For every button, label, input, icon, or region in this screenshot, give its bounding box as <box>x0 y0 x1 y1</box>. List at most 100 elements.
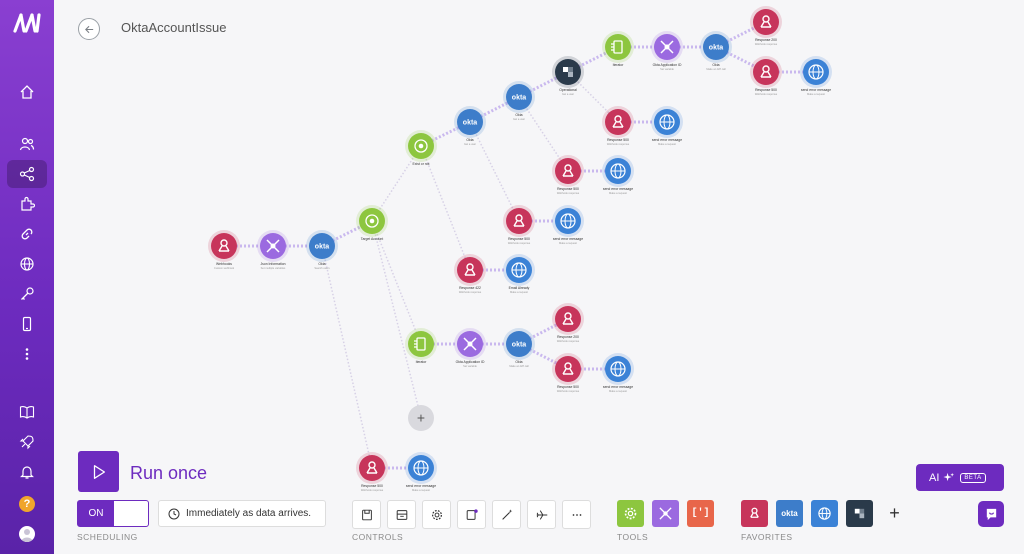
chat-icon <box>986 508 996 520</box>
webhooks-favorite-button[interactable] <box>741 500 768 527</box>
module-label: Response 200 <box>557 335 579 339</box>
module-sublabel: Webhook response <box>607 142 630 146</box>
module-iterator[interactable]: Iterator <box>602 31 634 67</box>
module-sublabel: Get a user <box>464 142 476 146</box>
module-webhook[interactable]: Response 500Webhook response <box>552 155 584 195</box>
module-sublabel: Make a request <box>807 92 825 96</box>
module-webhook[interactable]: Response 200Webhook response <box>750 6 782 46</box>
module-okta[interactable]: okta OktaMake an API call <box>700 31 732 71</box>
module-label: Okta <box>515 113 522 117</box>
module-label: Response 200 <box>755 38 777 42</box>
module-label: Okta <box>466 138 473 142</box>
module-webhook[interactable]: Response 500Webhook response <box>503 205 535 245</box>
module-webhook[interactable]: Response 500Webhook response <box>750 56 782 96</box>
module-iterator[interactable]: Iterator <box>405 328 437 364</box>
tools-gear-button[interactable] <box>617 500 644 527</box>
module-sublabel: Custom webhook <box>214 266 235 270</box>
module-label: send error message <box>406 484 436 488</box>
http-favorite-button[interactable] <box>811 500 838 527</box>
modules-layer: WebhooksCustom webhook Json InformationSe… <box>208 6 832 492</box>
module-flow[interactable]: Okta Application IDSet variable <box>651 31 683 71</box>
add-module-button[interactable]: + <box>408 405 434 431</box>
module-circle[interactable] <box>605 34 631 60</box>
module-flow[interactable]: Okta Application IDSet variable <box>454 328 486 368</box>
module-http[interactable]: send error messageMake a request <box>800 56 832 96</box>
run-once-button[interactable] <box>78 451 119 492</box>
module-http[interactable]: send error messageMake a request <box>602 353 634 393</box>
text-parser-button[interactable]: ['] <box>687 500 714 527</box>
module-label: Response 422 <box>459 286 481 290</box>
toggle-on-label: ON <box>78 501 114 526</box>
module-label: Okta Application ID <box>653 63 682 67</box>
module-webhook[interactable]: Response 422Webhook response <box>454 254 486 294</box>
scheduling-toggle[interactable]: ON <box>77 500 149 527</box>
module-sublabel: Search users <box>314 266 330 270</box>
module-sublabel: Webhook response <box>755 42 778 46</box>
settings-panel-button[interactable] <box>387 500 416 529</box>
module-sublabel: Make a request <box>559 241 577 245</box>
connection-n4-add[interactable] <box>371 220 422 419</box>
module-label: Response 500 <box>607 138 629 142</box>
module-label: send error message <box>603 187 633 191</box>
module-http[interactable]: send error messageMake a request <box>602 155 634 195</box>
module-label: Okta <box>712 63 719 67</box>
more-icon <box>572 513 581 516</box>
airplane-button[interactable] <box>527 500 556 529</box>
module-http[interactable]: send error messageMake a request <box>405 452 437 492</box>
module-sublabel: Set multiple variables <box>261 266 286 270</box>
module-label: Email Already <box>509 286 530 290</box>
svg-text:okta: okta <box>512 342 527 349</box>
ai-assistant-button[interactable]: AI BETA <box>916 464 1004 491</box>
module-sublabel: Make an API call <box>509 364 529 368</box>
module-webhook[interactable]: Response 500Webhook response <box>602 106 634 146</box>
module-label: Response 500 <box>361 484 383 488</box>
dark-app-favorite-button[interactable] <box>846 500 873 527</box>
run-once-label[interactable]: Run once <box>130 463 207 484</box>
tools-label: TOOLS <box>617 532 649 542</box>
module-okta[interactable]: okta OktaMake an API call <box>503 328 535 368</box>
module-label: send error message <box>801 88 831 92</box>
schedule-text: Immediately as data arrives. <box>186 508 312 519</box>
module-sublabel: Get a user <box>562 92 574 96</box>
save-button[interactable] <box>352 500 381 529</box>
module-label: Response 500 <box>755 88 777 92</box>
module-webhook[interactable]: WebhooksCustom webhook <box>208 230 240 270</box>
okta-logo-icon: okta <box>781 509 798 518</box>
chat-support-button[interactable] <box>978 501 1004 527</box>
module-okta[interactable]: okta OktaGet a user <box>454 106 486 146</box>
svg-text:okta: okta <box>463 120 478 127</box>
schedule-setting[interactable]: Immediately as data arrives. <box>158 500 326 527</box>
notes-button[interactable] <box>457 500 486 529</box>
module-webhook[interactable]: Response 500Webhook response <box>356 452 388 492</box>
more-button[interactable] <box>562 500 591 529</box>
notes-icon <box>466 508 478 520</box>
gear-button[interactable] <box>422 500 451 529</box>
module-http[interactable]: Email AlreadyMake a request <box>503 254 535 294</box>
clock-icon <box>168 508 180 519</box>
module-okta[interactable]: okta OktaSearch users <box>306 230 338 270</box>
flow-control-button[interactable] <box>652 500 679 527</box>
favorites-label: FAVORITES <box>741 532 793 542</box>
magic-wand-button[interactable] <box>492 500 521 529</box>
module-http[interactable]: send error messageMake a request <box>552 205 584 245</box>
module-sublabel: Webhook response <box>508 241 531 245</box>
module-flow[interactable]: Json InformationSet multiple variables <box>257 230 289 270</box>
module-label: send error message <box>603 385 633 389</box>
connection-n3-n29[interactable] <box>321 245 373 469</box>
okta-favorite-button[interactable]: okta <box>776 500 803 527</box>
module-webhook[interactable]: Response 200Webhook response <box>552 303 584 343</box>
connection-n6-n19[interactable] <box>469 121 520 222</box>
module-sublabel: Make an API call <box>706 67 726 71</box>
module-label: Okta <box>515 360 522 364</box>
airplane-icon <box>536 509 547 520</box>
module-sublabel: Make a request <box>510 290 528 294</box>
module-dark[interactable]: OperationalGet a user <box>552 56 584 96</box>
module-router[interactable]: Target Account <box>356 205 388 241</box>
module-webhook[interactable]: Response 500Webhook response <box>552 353 584 393</box>
module-router[interactable]: Exist or not <box>405 130 437 166</box>
module-sublabel: Make a request <box>609 191 627 195</box>
module-http[interactable]: send error messageMake a request <box>651 106 683 146</box>
module-label: Exist or not <box>413 162 430 166</box>
add-favorite-button[interactable]: + <box>881 500 908 527</box>
module-circle[interactable] <box>408 331 434 357</box>
